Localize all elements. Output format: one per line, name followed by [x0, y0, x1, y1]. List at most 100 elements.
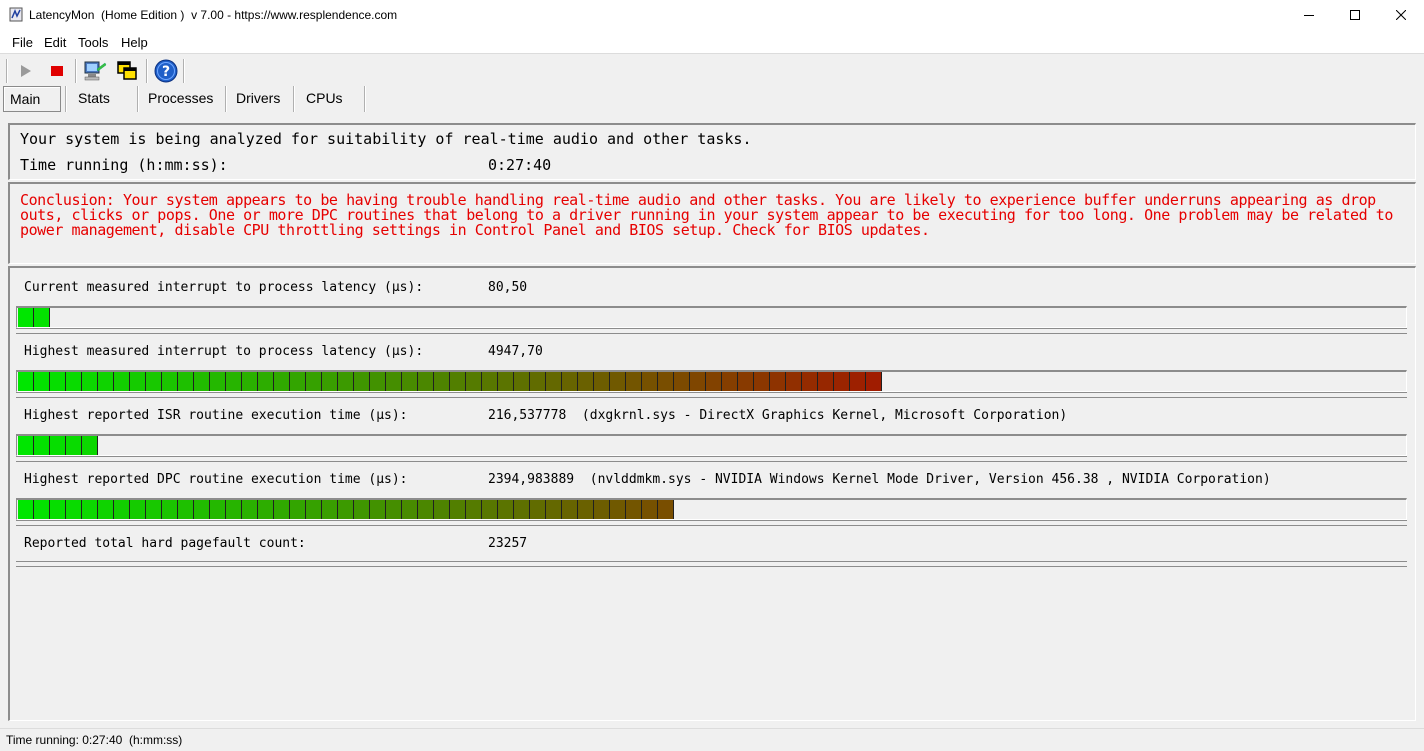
bar-segment — [242, 500, 258, 519]
current-latency-label: Current measured interrupt to process la… — [24, 280, 424, 295]
bar-segment — [226, 372, 242, 391]
time-running-label: Time running (h:mm:ss): — [20, 156, 228, 174]
bar-segment — [754, 372, 770, 391]
bar-segment — [82, 500, 98, 519]
bar-segment — [130, 372, 146, 391]
bar-segment — [706, 372, 722, 391]
help-button[interactable]: ? — [153, 58, 179, 84]
close-button[interactable] — [1378, 0, 1424, 30]
tab-drivers[interactable]: Drivers — [236, 86, 296, 112]
svg-text:?: ? — [162, 64, 170, 80]
toolbar-separator — [6, 59, 8, 83]
bar-segment — [866, 372, 882, 391]
menu-edit[interactable]: Edit — [44, 35, 66, 50]
bar-segment — [226, 500, 242, 519]
bar-segment — [50, 436, 66, 455]
bar-segment — [770, 372, 786, 391]
bar-segment — [66, 372, 82, 391]
isr-time-bar — [16, 434, 1407, 456]
copy-button[interactable] — [114, 58, 140, 84]
bar-segment — [194, 372, 210, 391]
bar-segment — [82, 436, 98, 455]
bar-fill — [18, 372, 882, 391]
tab-cpus[interactable]: CPUs — [306, 86, 362, 112]
bar-segment — [594, 500, 610, 519]
bar-segment — [514, 500, 530, 519]
bar-segment — [450, 500, 466, 519]
analysis-status-box: Your system is being analyzed for suitab… — [8, 123, 1416, 180]
tab-bar: Main Stats Processes Drivers CPUs — [0, 86, 1424, 114]
bar-segment — [386, 372, 402, 391]
minimize-icon — [1304, 15, 1314, 16]
tab-main[interactable]: Main — [3, 86, 61, 112]
toolbar-separator — [75, 59, 77, 83]
bar-segment — [482, 372, 498, 391]
bar-segment — [658, 372, 674, 391]
bar-fill — [18, 500, 674, 519]
bar-segment — [290, 372, 306, 391]
bar-segment — [34, 372, 50, 391]
bar-segment — [498, 500, 514, 519]
divider — [16, 520, 1407, 526]
bar-segment — [162, 372, 178, 391]
bar-segment — [402, 372, 418, 391]
bar-segment — [578, 500, 594, 519]
menu-help[interactable]: Help — [121, 35, 148, 50]
bar-segment — [802, 372, 818, 391]
bar-fill — [18, 308, 50, 327]
toolbar-separator — [183, 59, 185, 83]
tab-separator — [137, 86, 139, 112]
bar-segment — [322, 500, 338, 519]
pagefault-count-label: Reported total hard pagefault count: — [24, 536, 306, 551]
bar-segment — [66, 436, 82, 455]
dpc-time-value: 2394,983889 (nvlddmkm.sys - NVIDIA Windo… — [488, 472, 1271, 487]
bar-segment — [98, 372, 114, 391]
bar-segment — [514, 372, 530, 391]
isr-time-label: Highest reported ISR routine execution t… — [24, 408, 408, 423]
bar-segment — [338, 500, 354, 519]
bar-segment — [210, 500, 226, 519]
bar-segment — [210, 372, 226, 391]
bar-segment — [594, 372, 610, 391]
bar-segment — [50, 500, 66, 519]
title-bar: LatencyMon (Home Edition ) v 7.00 - http… — [0, 0, 1424, 30]
bar-segment — [194, 500, 210, 519]
bar-segment — [338, 372, 354, 391]
current-latency-value: 80,50 — [488, 280, 528, 295]
bar-segment — [34, 500, 50, 519]
minimize-button[interactable] — [1286, 0, 1332, 30]
analysis-message: Your system is being analyzed for suitab… — [20, 130, 752, 148]
bar-segment — [546, 372, 562, 391]
conclusion-text: Conclusion: Your system appears to be ha… — [20, 191, 1393, 239]
computer-report-icon — [84, 61, 107, 81]
bar-segment — [82, 372, 98, 391]
stop-icon — [51, 66, 63, 76]
bar-segment — [418, 372, 434, 391]
bar-segment — [642, 500, 658, 519]
bar-segment — [322, 372, 338, 391]
bar-segment — [722, 372, 738, 391]
menu-tools[interactable]: Tools — [78, 35, 108, 50]
tab-separator — [65, 86, 67, 112]
bar-segment — [786, 372, 802, 391]
bar-segment — [562, 372, 578, 391]
pagefault-count-value: 23257 — [488, 536, 528, 551]
maximize-button[interactable] — [1332, 0, 1378, 30]
copy-windows-icon — [117, 61, 137, 80]
highest-latency-bar — [16, 370, 1407, 392]
report-button[interactable] — [82, 58, 108, 84]
tab-processes[interactable]: Processes — [148, 86, 228, 112]
highest-latency-value: 4947,70 — [488, 344, 543, 359]
bar-segment — [674, 372, 690, 391]
stop-button[interactable] — [44, 58, 70, 84]
bar-segment — [850, 372, 866, 391]
bar-segment — [114, 372, 130, 391]
bar-segment — [146, 500, 162, 519]
menu-file[interactable]: File — [12, 35, 33, 50]
bar-segment — [562, 500, 578, 519]
bar-segment — [306, 500, 322, 519]
tab-stats[interactable]: Stats — [78, 86, 138, 112]
bar-segment — [162, 500, 178, 519]
bar-segment — [306, 372, 322, 391]
start-button[interactable] — [13, 58, 39, 84]
